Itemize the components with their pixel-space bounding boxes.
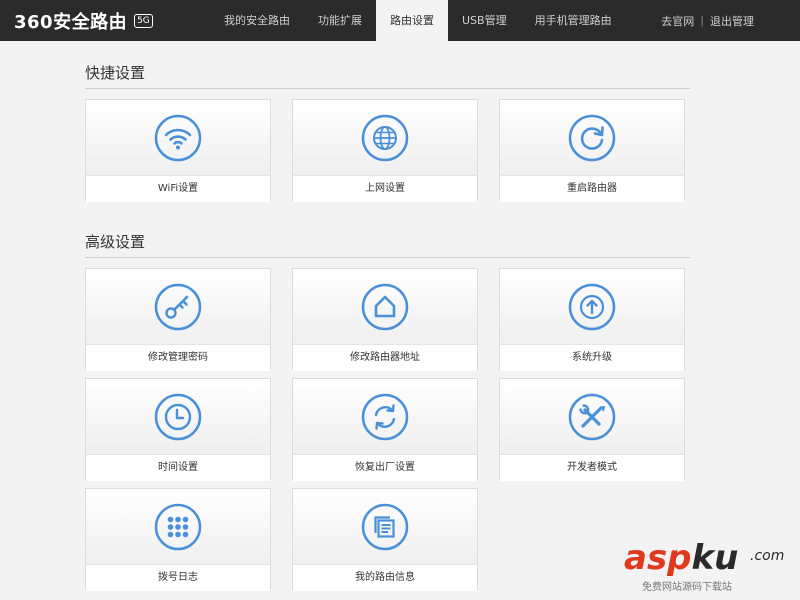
tab-usb-management[interactable]: USB管理 bbox=[448, 0, 521, 41]
card-developer-mode[interactable]: 开发者模式 bbox=[499, 378, 685, 481]
card-label: 重启路由器 bbox=[500, 175, 684, 202]
card-internet-settings[interactable]: 上网设置 bbox=[292, 99, 478, 202]
card-label: 开发者模式 bbox=[500, 454, 684, 481]
tab-my-router[interactable]: 我的安全路由 bbox=[210, 0, 304, 41]
link-separator: | bbox=[700, 14, 704, 27]
card-time-settings[interactable]: 时间设置 bbox=[85, 378, 271, 481]
official-site-link[interactable]: 去官网 bbox=[661, 13, 694, 29]
tab-mobile-management[interactable]: 用手机管理路由 bbox=[521, 0, 626, 41]
card-label: 修改管理密码 bbox=[86, 344, 270, 371]
home-icon bbox=[361, 283, 409, 330]
tab-extensions[interactable]: 功能扩展 bbox=[304, 0, 376, 41]
logout-link[interactable]: 退出管理 bbox=[710, 13, 754, 29]
watermark-domain: .com bbox=[750, 548, 785, 564]
card-label: WiFi设置 bbox=[86, 175, 270, 202]
brand-logo[interactable]: 360安全路由 5G bbox=[14, 0, 153, 41]
quick-settings-title: 快捷设置 bbox=[85, 62, 690, 89]
card-router-info[interactable]: 我的路由信息 bbox=[292, 488, 478, 591]
brand-badge: 5G bbox=[134, 13, 153, 28]
card-dialup-log[interactable]: 拨号日志 bbox=[85, 488, 271, 591]
factory-reset-icon bbox=[361, 393, 409, 440]
card-label: 上网设置 bbox=[293, 175, 477, 202]
advanced-settings-title: 高级设置 bbox=[85, 231, 690, 258]
top-links: 去官网 | 退出管理 bbox=[661, 0, 754, 41]
card-label: 拨号日志 bbox=[86, 564, 270, 591]
site-watermark: aspku .com 免费网站源码下载站 bbox=[624, 538, 796, 598]
clock-icon bbox=[154, 393, 202, 440]
globe-icon bbox=[361, 114, 409, 161]
upgrade-icon bbox=[568, 283, 616, 330]
brand-name: 360安全路由 bbox=[14, 11, 128, 33]
top-bar: 360安全路由 5G 我的安全路由 功能扩展 路由设置 USB管理 用手机管理路… bbox=[0, 0, 800, 41]
card-label: 时间设置 bbox=[86, 454, 270, 481]
wifi-icon bbox=[154, 114, 202, 161]
watermark-logo: aspku bbox=[624, 538, 739, 578]
watermark-tagline: 免费网站源码下载站 bbox=[642, 582, 732, 593]
card-label: 恢复出厂设置 bbox=[293, 454, 477, 481]
card-label: 修改路由器地址 bbox=[293, 344, 477, 371]
card-change-router-address[interactable]: 修改路由器地址 bbox=[292, 268, 478, 371]
card-factory-reset[interactable]: 恢复出厂设置 bbox=[292, 378, 478, 481]
card-change-password[interactable]: 修改管理密码 bbox=[85, 268, 271, 371]
main-nav: 我的安全路由 功能扩展 路由设置 USB管理 用手机管理路由 bbox=[210, 0, 626, 41]
card-wifi-settings[interactable]: WiFi设置 bbox=[85, 99, 271, 202]
key-icon bbox=[154, 283, 202, 330]
card-restart-router[interactable]: 重启路由器 bbox=[499, 99, 685, 202]
tools-icon bbox=[568, 393, 616, 440]
card-system-upgrade[interactable]: 系统升级 bbox=[499, 268, 685, 371]
keypad-icon bbox=[154, 503, 202, 550]
card-label: 我的路由信息 bbox=[293, 564, 477, 591]
card-label: 系统升级 bbox=[500, 344, 684, 371]
restart-icon bbox=[568, 114, 616, 161]
tab-router-settings[interactable]: 路由设置 bbox=[376, 0, 448, 41]
info-document-icon bbox=[361, 503, 409, 550]
